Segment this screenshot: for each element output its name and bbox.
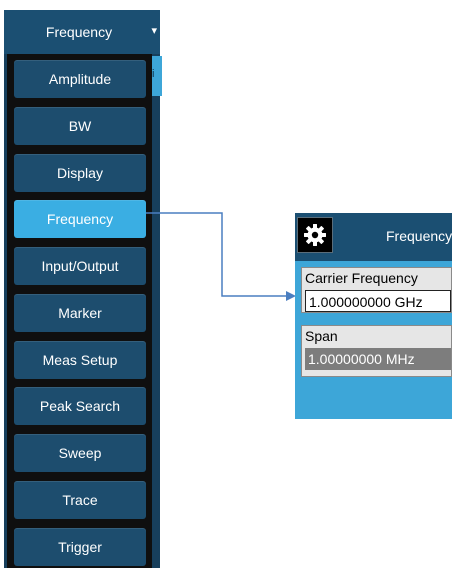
span-input[interactable]: 1.00000000 MHz — [305, 348, 451, 370]
menu-dropdown-list: Amplitude BW Display Frequency Input/Out… — [7, 54, 152, 568]
menu-item-trace[interactable]: Trace — [14, 481, 146, 519]
carrier-frequency-field: Carrier Frequency 1.000000000 GHz — [301, 267, 452, 313]
menu-item-trigger[interactable]: Trigger — [14, 528, 146, 566]
span-label: Span — [305, 328, 338, 344]
menu-item-peak-search[interactable]: Peak Search — [14, 387, 146, 425]
menu-item-display[interactable]: Display — [14, 154, 146, 192]
gear-icon — [304, 224, 326, 246]
carrier-frequency-label: Carrier Frequency — [305, 270, 418, 286]
span-field: Span 1.00000000 MHz — [301, 325, 452, 377]
menu-item-sweep[interactable]: Sweep — [14, 434, 146, 472]
connector-line — [146, 212, 288, 297]
menu-dropdown-header[interactable]: Frequency ▾ — [4, 10, 160, 54]
menu-item-marker[interactable]: Marker — [14, 294, 146, 332]
screenshot-stage: ti Frequency ▾ Amplitude BW Display Freq… — [0, 0, 452, 568]
tab-frequency[interactable]: Frequency — [333, 213, 452, 257]
menu-item-bw[interactable]: BW — [14, 107, 146, 145]
panel-content: Carrier Frequency 1.000000000 GHz Span 1… — [295, 261, 452, 419]
menu-header-label: Frequency — [45, 24, 113, 40]
carrier-frequency-input[interactable]: 1.000000000 GHz — [305, 290, 451, 312]
menu-item-input-output[interactable]: Input/Output — [14, 247, 146, 285]
settings-button[interactable] — [297, 217, 333, 253]
menu-item-amplitude[interactable]: Amplitude — [14, 60, 146, 98]
tab-frequency-label: Frequency — [386, 228, 452, 244]
menu-item-meas-setup[interactable]: Meas Setup — [14, 341, 146, 379]
dropdown-arrow-icon: ▾ — [151, 25, 157, 37]
frequency-settings-panel: Frequency Carrier Frequency 1.000000000 … — [295, 213, 452, 419]
menu-item-frequency[interactable]: Frequency — [14, 200, 146, 238]
